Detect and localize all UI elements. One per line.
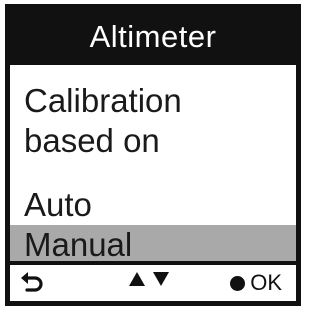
button-hint-bar: OK [10, 261, 296, 301]
triangle-down-icon[interactable] [152, 271, 170, 287]
back-arrow-icon[interactable] [18, 269, 46, 297]
title-bar: Altimeter [10, 9, 296, 65]
option-manual-label: Manual [24, 226, 133, 263]
device-screen: Altimeter Calibration based on Auto Manu… [5, 4, 301, 306]
prompt-message: Calibration based on [24, 81, 182, 161]
option-list: Auto Manual [10, 185, 296, 265]
ok-label: OK [250, 270, 282, 295]
option-auto[interactable]: Auto [10, 185, 296, 225]
option-auto-label: Auto [24, 186, 92, 223]
triangle-up-icon[interactable] [128, 271, 146, 287]
nav-hint [128, 271, 170, 287]
prompt-line-1: Calibration [24, 82, 182, 119]
option-manual[interactable]: Manual [10, 225, 296, 265]
ok-button[interactable]: OK [230, 269, 282, 297]
prompt-line-2: based on [24, 122, 160, 159]
screen-title: Altimeter [89, 19, 217, 54]
filled-circle-icon [230, 275, 246, 291]
